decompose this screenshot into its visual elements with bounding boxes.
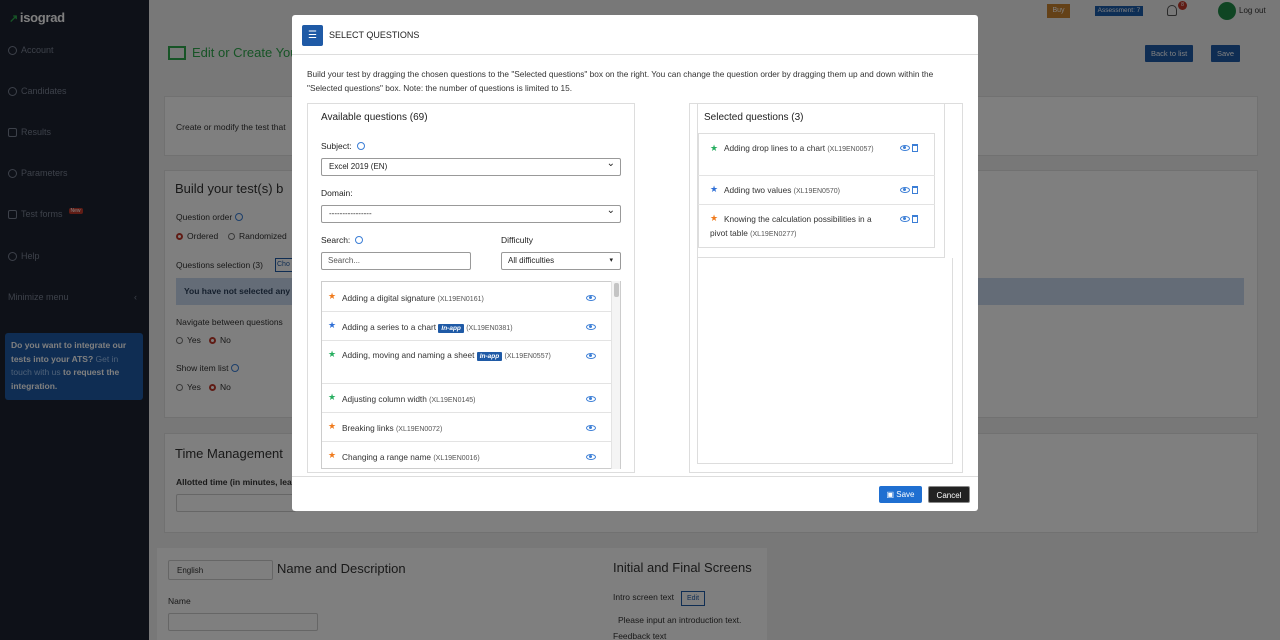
selected-questions-title: Selected questions (3) <box>704 112 804 123</box>
list-item[interactable]: ★ Adding, moving and naming a sheet In-a… <box>322 341 612 384</box>
question-code: (XL19EN0161) <box>437 296 484 303</box>
trash-icon[interactable] <box>912 215 918 223</box>
question-text: Changing a range name (XL19EN0016) <box>342 450 582 466</box>
trash-icon[interactable] <box>912 186 918 194</box>
in-app-badge: In-app <box>476 352 503 361</box>
search-label-text: Search: <box>321 235 351 245</box>
eye-icon[interactable] <box>900 216 910 222</box>
modal-save-label: Save <box>896 490 915 499</box>
question-title: Adjusting column width <box>342 394 427 404</box>
eye-icon[interactable] <box>586 295 596 301</box>
list-item[interactable]: ★ Breaking links (XL19EN0072) <box>322 413 612 442</box>
question-title: Adding two values <box>724 185 792 195</box>
star-icon: ★ <box>328 392 337 402</box>
question-code: (XL19EN0072) <box>395 426 443 433</box>
question-text: Adding two values (XL19EN0570) <box>710 183 890 199</box>
question-title: Adding a digital signature <box>342 293 436 303</box>
question-code: (XL19EN0570) <box>793 188 840 195</box>
question-code: (XL19EN0145) <box>429 397 476 404</box>
question-text: Adding, moving and naming a sheet In-app… <box>328 348 583 364</box>
question-text: Knowing the calculation possibilities in… <box>710 212 890 242</box>
scrollbar-thumb[interactable] <box>614 283 619 297</box>
question-code: (XL19EN0057) <box>827 146 874 153</box>
list-item[interactable]: ★ Changing a range name (XL19EN0016) <box>322 442 612 468</box>
star-icon: ★ <box>328 291 337 301</box>
question-code: (XL19EN0557) <box>504 353 551 360</box>
selected-questions-empty-area <box>697 258 953 464</box>
modal-footer <box>292 476 978 511</box>
modal-title: SELECT QUESTIONS <box>329 30 420 40</box>
eye-icon[interactable] <box>586 425 596 431</box>
help-icon[interactable] <box>355 236 364 244</box>
search-input[interactable]: Search... <box>321 252 471 270</box>
search-label: Search: <box>321 235 364 245</box>
list-icon: ☰ <box>302 25 323 46</box>
eye-icon[interactable] <box>586 324 596 330</box>
save-icon: ▣ <box>886 490 897 499</box>
list-item[interactable]: ★ Knowing the calculation possibilities … <box>698 205 935 247</box>
question-title: Changing a range name <box>342 452 432 462</box>
list-item[interactable]: ★ Adding two values (XL19EN0570) <box>698 176 935 205</box>
subject-select[interactable]: Excel 2019 (EN) <box>321 156 621 176</box>
question-title: Adding, moving and naming a sheet <box>342 350 475 360</box>
list-item[interactable]: ★ Adding drop lines to a chart (XL19EN00… <box>698 134 935 176</box>
available-questions-title: Available questions (69) <box>321 112 428 123</box>
eye-icon[interactable] <box>586 396 596 402</box>
question-text: Adding drop lines to a chart (XL19EN0057… <box>710 141 890 157</box>
star-icon: ★ <box>328 450 337 460</box>
question-title: Adding drop lines to a chart <box>724 143 826 153</box>
star-icon: ★ <box>328 320 337 330</box>
difficulty-dropdown[interactable]: All difficulties <box>501 252 621 270</box>
modal-cancel-button[interactable]: Cancel <box>928 486 970 503</box>
question-text: Adding a series to a chart In-app (XL19E… <box>342 320 582 336</box>
eye-icon[interactable] <box>900 145 910 151</box>
eye-icon[interactable] <box>586 454 596 460</box>
domain-label: Domain: <box>321 188 353 198</box>
list-item[interactable]: ★ Adding a series to a chart In-app (XL1… <box>322 312 612 341</box>
question-title: Adding a series to a chart <box>342 322 437 332</box>
help-icon[interactable] <box>356 142 365 150</box>
question-text: Adjusting column width (XL19EN0145) <box>342 392 582 408</box>
available-list-scrollbar[interactable] <box>611 281 620 469</box>
eye-icon[interactable] <box>586 353 596 359</box>
question-code: (XL19EN0381) <box>466 325 513 332</box>
in-app-badge: In-app <box>438 324 464 333</box>
modal-save-button[interactable]: ▣ Save <box>879 486 922 503</box>
available-questions-list: ★ Adding a digital signature (XL19EN0161… <box>321 281 621 469</box>
modal-header: ☰ SELECT QUESTIONS <box>292 15 978 55</box>
question-text: Adding a digital signature (XL19EN0161) <box>342 291 582 307</box>
subject-label: Subject: <box>321 141 365 151</box>
star-icon: ★ <box>328 421 337 431</box>
question-code: (XL19EN0277) <box>750 231 797 238</box>
question-title: Breaking links <box>342 423 394 433</box>
difficulty-label: Difficulty <box>501 235 533 245</box>
list-item[interactable]: ★ Adjusting column width (XL19EN0145) <box>322 384 612 413</box>
question-code: (XL19EN0016) <box>433 455 480 462</box>
subject-label-text: Subject: <box>321 141 352 151</box>
eye-icon[interactable] <box>900 187 910 193</box>
question-text: Breaking links (XL19EN0072) <box>342 421 582 437</box>
modal-description: Build your test by dragging the chosen q… <box>307 69 934 93</box>
trash-icon[interactable] <box>912 144 918 152</box>
list-item[interactable]: ★ Adding a digital signature (XL19EN0161… <box>322 282 612 312</box>
domain-select[interactable]: ---------------- <box>321 203 621 223</box>
